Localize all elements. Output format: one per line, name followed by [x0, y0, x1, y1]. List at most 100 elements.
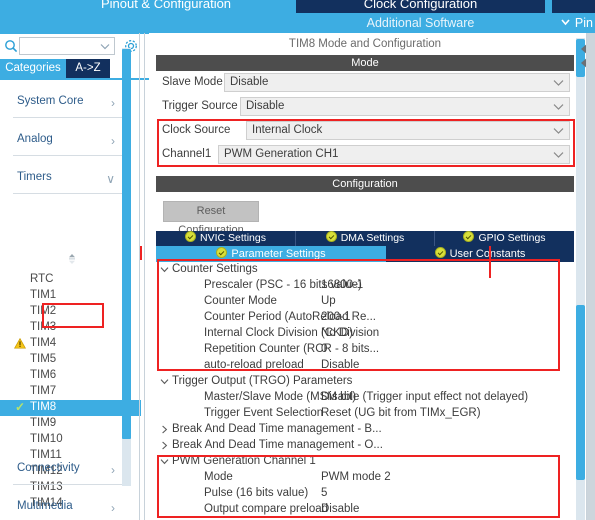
- list-item-label: TIM3: [30, 321, 57, 333]
- channel1-select[interactable]: PWM Generation CH1: [218, 145, 570, 164]
- chevron-down-icon: [100, 43, 110, 50]
- chevron-down-icon[interactable]: [160, 377, 169, 386]
- panel-divider-left: [139, 33, 140, 520]
- tab-a-to-z[interactable]: A->Z: [66, 59, 110, 78]
- tree-group-trgo-parameters[interactable]: Trigger Output (TRGO) Parameters: [156, 374, 567, 390]
- param-value: Disable: [321, 503, 360, 515]
- param-name: Trigger Event Selection: [204, 407, 324, 419]
- sidebar-item-system-core[interactable]: System Core ›: [0, 88, 141, 118]
- list-item-tim3[interactable]: TIM3: [0, 320, 141, 336]
- field-slave-mode: Slave Mode Disable: [156, 71, 574, 95]
- table-row[interactable]: Trigger Event Selection Reset (UG bit fr…: [156, 406, 567, 422]
- param-name: auto-reload preload: [204, 359, 304, 371]
- check-circle-icon: [434, 247, 446, 258]
- table-row[interactable]: Counter Period (AutoReload Re... 200-1: [156, 310, 567, 326]
- field-label: Slave Mode: [162, 76, 223, 88]
- table-row[interactable]: Repetition Counter (RCR - 8 bits... 0: [156, 342, 567, 358]
- divider: [13, 155, 123, 156]
- list-item-tim5[interactable]: TIM5: [0, 352, 141, 368]
- tab-pinout-configuration[interactable]: Pinout & Configuration: [46, 0, 286, 13]
- tab-label: NVIC Settings: [200, 232, 266, 244]
- param-value: PWM mode 2: [321, 471, 391, 483]
- param-value: Disable: [321, 359, 360, 371]
- sidebar-item-timers[interactable]: Timers ∨: [0, 164, 141, 194]
- parameters-scrollbar-thumb[interactable]: [576, 305, 585, 480]
- tab-dma-settings[interactable]: DMA Settings: [296, 231, 435, 246]
- config-tabs-row-2: Parameter Settings User Constants: [156, 246, 574, 262]
- tab-gpio-settings[interactable]: GPIO Settings: [435, 231, 574, 246]
- table-row[interactable]: Master/Slave Mode (MSM bit) Disable (Tri…: [156, 390, 567, 406]
- sidebar-scrollbar-thumb[interactable]: [122, 49, 131, 439]
- tab-categories[interactable]: Categories: [0, 59, 66, 78]
- list-item-tim1[interactable]: TIM1: [0, 288, 141, 304]
- tab-parameter-settings[interactable]: Parameter Settings: [156, 246, 386, 262]
- scroll-spinner-icon[interactable]: [65, 252, 79, 266]
- chevron-down-icon: [553, 127, 564, 135]
- clock-source-select[interactable]: Internal Clock: [246, 121, 570, 140]
- list-item-tim2[interactable]: TIM2: [0, 304, 141, 320]
- timer-peripheral-list: RTC TIM1 TIM2 TIM3 TIM4 TIM5 TIM6 TIM7 ✓…: [0, 272, 141, 509]
- table-row[interactable]: auto-reload preload Disable: [156, 358, 567, 374]
- trigger-source-select[interactable]: Disable: [240, 97, 570, 116]
- sidebar-item-label: Timers: [17, 171, 52, 183]
- chevron-right-icon[interactable]: [160, 441, 169, 450]
- list-item-label: RTC: [30, 273, 54, 285]
- sidebar-item-label: Analog: [17, 133, 53, 145]
- page-title: TIM8 Mode and Configuration: [156, 33, 574, 55]
- list-item-label: TIM1: [30, 289, 57, 301]
- tree-group-label: Counter Settings: [172, 263, 258, 275]
- tab-strip-right-stub: [551, 0, 595, 13]
- pinout-menu[interactable]: Pin: [559, 13, 593, 33]
- configuration-panel: TIM8 Mode and Configuration Mode Slave M…: [149, 33, 595, 520]
- sidebar-item-analog[interactable]: Analog ›: [0, 126, 141, 156]
- table-row[interactable]: Counter Mode Up: [156, 294, 567, 310]
- list-item-tim8[interactable]: ✓ TIM8: [0, 400, 141, 416]
- tab-separator: [551, 0, 552, 13]
- tree-group-break-dead-time-o[interactable]: Break And Dead Time management - O...: [156, 438, 567, 454]
- tab-user-constants[interactable]: User Constants: [386, 246, 574, 262]
- parameter-settings-tree: Counter Settings Prescaler (PSC - 16 bit…: [156, 262, 567, 520]
- panel-divider-right: [144, 33, 145, 520]
- list-item-label: TIM5: [30, 353, 57, 365]
- table-row[interactable]: Pulse (16 bits value) 5: [156, 486, 567, 502]
- table-row[interactable]: Mode PWM mode 2: [156, 470, 567, 486]
- chevron-down-icon[interactable]: [160, 457, 169, 466]
- tree-group-pwm-generation-channel-1[interactable]: PWM Generation Channel 1: [156, 454, 567, 470]
- reset-configuration-button[interactable]: Reset Configuration: [163, 201, 259, 236]
- table-row[interactable]: Prescaler (PSC - 16 bits value) 16800-1: [156, 278, 567, 294]
- additional-software-link[interactable]: Additional Software: [296, 13, 545, 33]
- list-item-tim9[interactable]: TIM9: [0, 416, 141, 432]
- list-item-tim6[interactable]: TIM6: [0, 368, 141, 384]
- list-item-tim10[interactable]: TIM10: [0, 432, 141, 448]
- list-item-label: TIM7: [30, 385, 57, 397]
- tab-clock-configuration[interactable]: Clock Configuration: [296, 0, 545, 13]
- chevron-down-icon: [553, 79, 564, 87]
- tree-group-break-dead-time-b[interactable]: Break And Dead Time management - B...: [156, 422, 567, 438]
- sidebar-item-label: System Core: [17, 95, 84, 107]
- tree-group-label: Break And Dead Time management - O...: [172, 439, 383, 451]
- chevron-right-icon[interactable]: [160, 425, 169, 434]
- list-item-tim4[interactable]: TIM4: [0, 336, 141, 352]
- chevron-down-icon[interactable]: [160, 265, 169, 274]
- window-right-edge: [587, 33, 595, 520]
- param-name: Counter Mode: [204, 295, 277, 307]
- search-input[interactable]: [19, 37, 115, 55]
- list-item-tim7[interactable]: TIM7: [0, 384, 141, 400]
- chevron-down-icon: ∨: [106, 172, 115, 186]
- sidebar-item-multimedia[interactable]: Multimedia ›: [0, 493, 141, 520]
- field-clock-source: Clock Source Internal Clock: [156, 119, 574, 143]
- table-row[interactable]: Output compare preload Disable: [156, 502, 567, 518]
- field-label: Trigger Source: [162, 100, 238, 112]
- select-value: Disable: [246, 100, 285, 112]
- chevron-right-icon: ›: [111, 501, 115, 515]
- mode-form: Slave Mode Disable Trigger Source Disabl…: [156, 71, 574, 167]
- slave-mode-select[interactable]: Disable: [224, 73, 570, 92]
- tree-group-counter-settings[interactable]: Counter Settings: [156, 262, 567, 278]
- sidebar-item-connectivity[interactable]: Connectivity ›: [0, 455, 141, 485]
- param-value: Reset (UG bit from TIMx_EGR): [321, 407, 481, 419]
- tab-nvic-settings[interactable]: NVIC Settings: [156, 231, 296, 246]
- table-row[interactable]: Internal Clock Division (CKD) No Divisio…: [156, 326, 567, 342]
- select-value: PWM Generation CH1: [224, 148, 339, 160]
- check-icon: ✓: [15, 400, 26, 414]
- list-item-rtc[interactable]: RTC: [0, 272, 141, 288]
